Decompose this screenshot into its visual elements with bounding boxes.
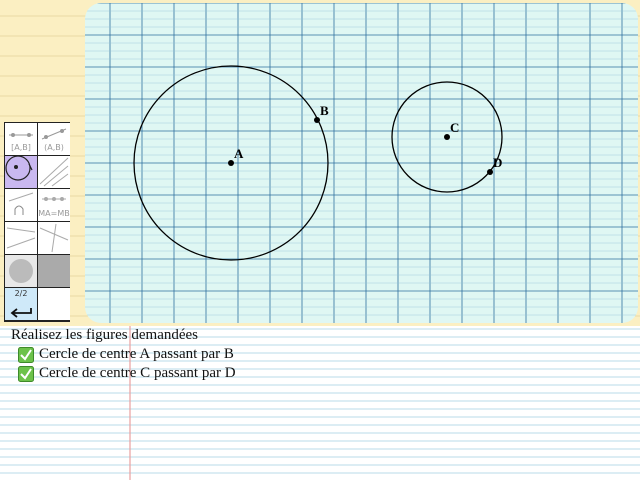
- tool-segment-label: [A,B]: [11, 143, 31, 152]
- label-b: B: [320, 103, 329, 118]
- label-c: C: [450, 120, 459, 135]
- tool-segment-copy-label: (A,B): [44, 143, 64, 152]
- tool-segment[interactable]: [A,B]: [5, 123, 37, 155]
- grid-lines: [85, 3, 638, 323]
- tool-arc[interactable]: [5, 189, 37, 221]
- tool-segment-copy[interactable]: (A,B): [38, 123, 70, 155]
- checkmark-icon: [18, 366, 34, 382]
- checkmark-icon: [18, 347, 34, 363]
- tool-fill[interactable]: [38, 255, 70, 287]
- tool-perpendicular[interactable]: [38, 156, 70, 188]
- tool-equal-length[interactable]: MA=MB: [38, 189, 70, 221]
- tool-color[interactable]: [5, 255, 37, 287]
- tool-equal-length-label: MA=MB: [38, 209, 70, 218]
- drawing-canvas[interactable]: A B C D: [85, 3, 638, 323]
- task-text: Cercle de centre C passant par D: [39, 365, 236, 381]
- tool-lines[interactable]: [38, 222, 70, 254]
- tool-ruler[interactable]: [5, 222, 37, 254]
- toolbox: [A,B] (A,B) MA=MB 2/2: [4, 122, 70, 322]
- task-text: Cercle de centre A passant par B: [39, 346, 234, 362]
- tool-blank[interactable]: [38, 288, 70, 320]
- tool-compass[interactable]: [5, 156, 37, 188]
- label-d: D: [493, 155, 502, 170]
- label-a: A: [234, 146, 244, 161]
- instructions-title: Réalisez les figures demandées: [11, 327, 199, 343]
- tool-page[interactable]: 2/2: [5, 288, 37, 320]
